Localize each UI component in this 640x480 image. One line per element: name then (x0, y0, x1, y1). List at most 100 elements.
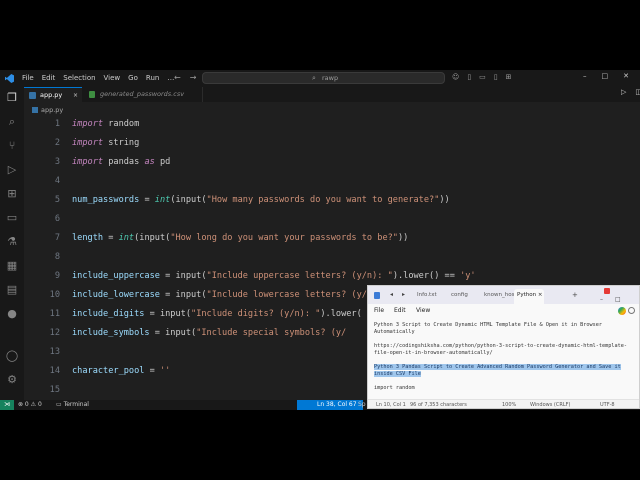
window-controls: – □ ✕ (583, 72, 629, 80)
extensions-icon[interactable]: ⊞ (5, 187, 19, 201)
manage-gear-icon[interactable]: ⚙ (5, 373, 19, 387)
toggle-primary-sidebar-icon[interactable]: ▯ (467, 73, 471, 81)
menu-item-edit[interactable]: Edit (42, 74, 56, 83)
menu-file[interactable]: File (374, 307, 384, 314)
notepad-line: file-open-it-in-browser-automatically/ (374, 350, 493, 356)
line-number: 5 (54, 195, 60, 205)
testing-icon[interactable]: ⚗ (5, 235, 19, 249)
menu-item-view[interactable]: View (104, 74, 121, 83)
maximize-button[interactable]: □ (602, 72, 609, 80)
terminal-button[interactable]: ▭ Terminal (56, 401, 89, 409)
line-number: 9 (54, 271, 60, 281)
notepad-tab-python[interactable]: Python × (514, 289, 544, 304)
code-line[interactable]: 9 include_uppercase = input("Include uppe… (24, 268, 640, 284)
notepad-zoom[interactable]: 100% (502, 402, 516, 408)
notepad-tab-info[interactable]: Info.txt (417, 292, 437, 298)
accounts-icon[interactable]: ◯ (5, 349, 19, 363)
code-token: = (144, 366, 160, 376)
customize-layout-icon[interactable]: ⊞ (506, 73, 512, 81)
line-number: 15 (49, 385, 60, 395)
minimize-button[interactable]: – (600, 296, 603, 303)
code-line[interactable]: 1 import random (24, 116, 640, 132)
activity-bar: ❐ ⌕ ⑂ ▷ ⊞ ▭ ⚗ ▦ ▤ ● ◯ ⚙ (0, 87, 24, 400)
copilot-icon[interactable]: ☺ (452, 73, 459, 81)
python-file-icon (29, 92, 36, 99)
line-number: 7 (54, 233, 60, 243)
vscode-logo-icon (5, 74, 14, 83)
line-number: 8 (54, 252, 60, 262)
menu-edit[interactable]: Edit (394, 307, 406, 314)
code-line[interactable]: 5 num_passwords = int(input("How many pas… (24, 192, 640, 208)
code-line[interactable]: 7 length = int(input("How long do you wan… (24, 230, 640, 246)
command-center[interactable]: ⌕ rawp (202, 72, 445, 84)
explorer-icon[interactable]: ❐ (5, 91, 19, 105)
code-token: pd (154, 157, 171, 167)
forward-arrow-icon[interactable]: → (190, 73, 197, 82)
tab-scroll-right-icon[interactable]: ▸ (402, 291, 405, 298)
menu-view[interactable]: View (416, 307, 430, 314)
tab-app-py[interactable]: app.py × (24, 87, 82, 102)
code-token: "Include uppercase letters? (y/n): " (206, 271, 393, 281)
code-token: "How long do you want your passwords to … (170, 233, 398, 243)
split-editor-icon[interactable]: ◫ (635, 88, 640, 96)
code-line[interactable]: 6 (24, 211, 640, 227)
code-line[interactable]: 3 import pandas as pd (24, 154, 640, 170)
code-line[interactable]: 2 import string (24, 135, 640, 151)
source-control-icon[interactable]: ⑂ (5, 139, 19, 153)
run-python-file-icon[interactable]: ▷ (621, 88, 626, 96)
maximize-button[interactable]: □ (615, 296, 621, 303)
menu-item-go[interactable]: Go (128, 74, 138, 83)
line-number: 13 (49, 347, 60, 357)
notepad-recording-indicator (604, 288, 610, 294)
indentation-status[interactable]: Sp (358, 401, 366, 409)
toggle-secondary-sidebar-icon[interactable]: ▯ (494, 73, 498, 81)
run-debug-icon[interactable]: ▷ (5, 163, 19, 177)
json-extension-icon[interactable]: ▦ (5, 259, 19, 273)
search-view-icon[interactable]: ⌕ (5, 115, 19, 129)
new-tab-plus-icon[interactable]: + (572, 291, 578, 299)
editor-actions: ▷ ◫ ⋯ (621, 88, 640, 96)
docker-extension-icon[interactable]: ● (5, 307, 19, 321)
line-content: length = int(input("How long do you want… (72, 230, 408, 246)
tab-label: generated_passwords.csv (100, 90, 185, 98)
code-token: as (144, 157, 155, 167)
code-token: import (72, 119, 104, 129)
minimize-button[interactable]: – (583, 72, 587, 80)
notepad-line-ending[interactable]: Windows (CRLF) (530, 402, 570, 408)
tab-scroll-left-icon[interactable]: ◂ (390, 291, 393, 298)
problems-count[interactable]: ⊗ 0 ⚠ 0 (18, 401, 42, 409)
notepad-cursor-position: Ln 10, Col 1 (376, 402, 406, 408)
toggle-panel-icon[interactable]: ▭ (479, 73, 486, 81)
close-tab-icon[interactable]: × (538, 292, 543, 298)
line-number: 6 (54, 214, 60, 224)
editor-tabs: app.py × generated_passwords.csv ▷ ◫ ⋯ (24, 87, 640, 102)
close-tab-icon[interactable]: × (73, 88, 78, 103)
code-line[interactable]: 4 (24, 173, 640, 189)
notepad-text-area[interactable]: Python 3 Script to Create Dynamic HTML T… (374, 322, 639, 392)
back-arrow-icon[interactable]: ← (174, 73, 181, 82)
recording-icon (604, 288, 610, 294)
remote-indicator-icon[interactable]: ⋊ (0, 400, 14, 410)
settings-gear-icon[interactable] (628, 307, 635, 314)
notepad-line (374, 378, 639, 385)
selected-text: inside CSV File (374, 371, 421, 377)
breadcrumb[interactable]: app.py (32, 106, 63, 114)
remote-explorer-icon[interactable]: ▭ (5, 211, 19, 225)
cursor-position[interactable]: Ln 38, Col 67 (297, 400, 363, 410)
notepad-line: Python 3 Script to Create Dynamic HTML T… (374, 322, 602, 328)
code-line[interactable]: 8 (24, 249, 640, 265)
notepad-tab-known-host[interactable]: known_host (484, 292, 517, 298)
tab-generated-passwords-csv[interactable]: generated_passwords.csv (82, 87, 203, 102)
menu-item-file[interactable]: File (22, 74, 34, 83)
profile-avatar[interactable] (618, 307, 626, 315)
code-token: character_pool (72, 366, 145, 376)
title-bar: File Edit Selection View Go Run… ← → ⌕ rawp ☺… (0, 70, 640, 87)
notepad-tab-config[interactable]: config (451, 292, 468, 298)
sqlite-extension-icon[interactable]: ▤ (5, 283, 19, 297)
line-content: include_digits = input("Include digits? … (72, 306, 362, 322)
close-window-button[interactable]: ✕ (623, 72, 629, 80)
line-number: 1 (54, 119, 60, 129)
menu-item-selection[interactable]: Selection (63, 74, 95, 83)
notepad-encoding[interactable]: UTF-8 (600, 402, 615, 408)
menu-item-run[interactable]: Run (146, 74, 159, 83)
